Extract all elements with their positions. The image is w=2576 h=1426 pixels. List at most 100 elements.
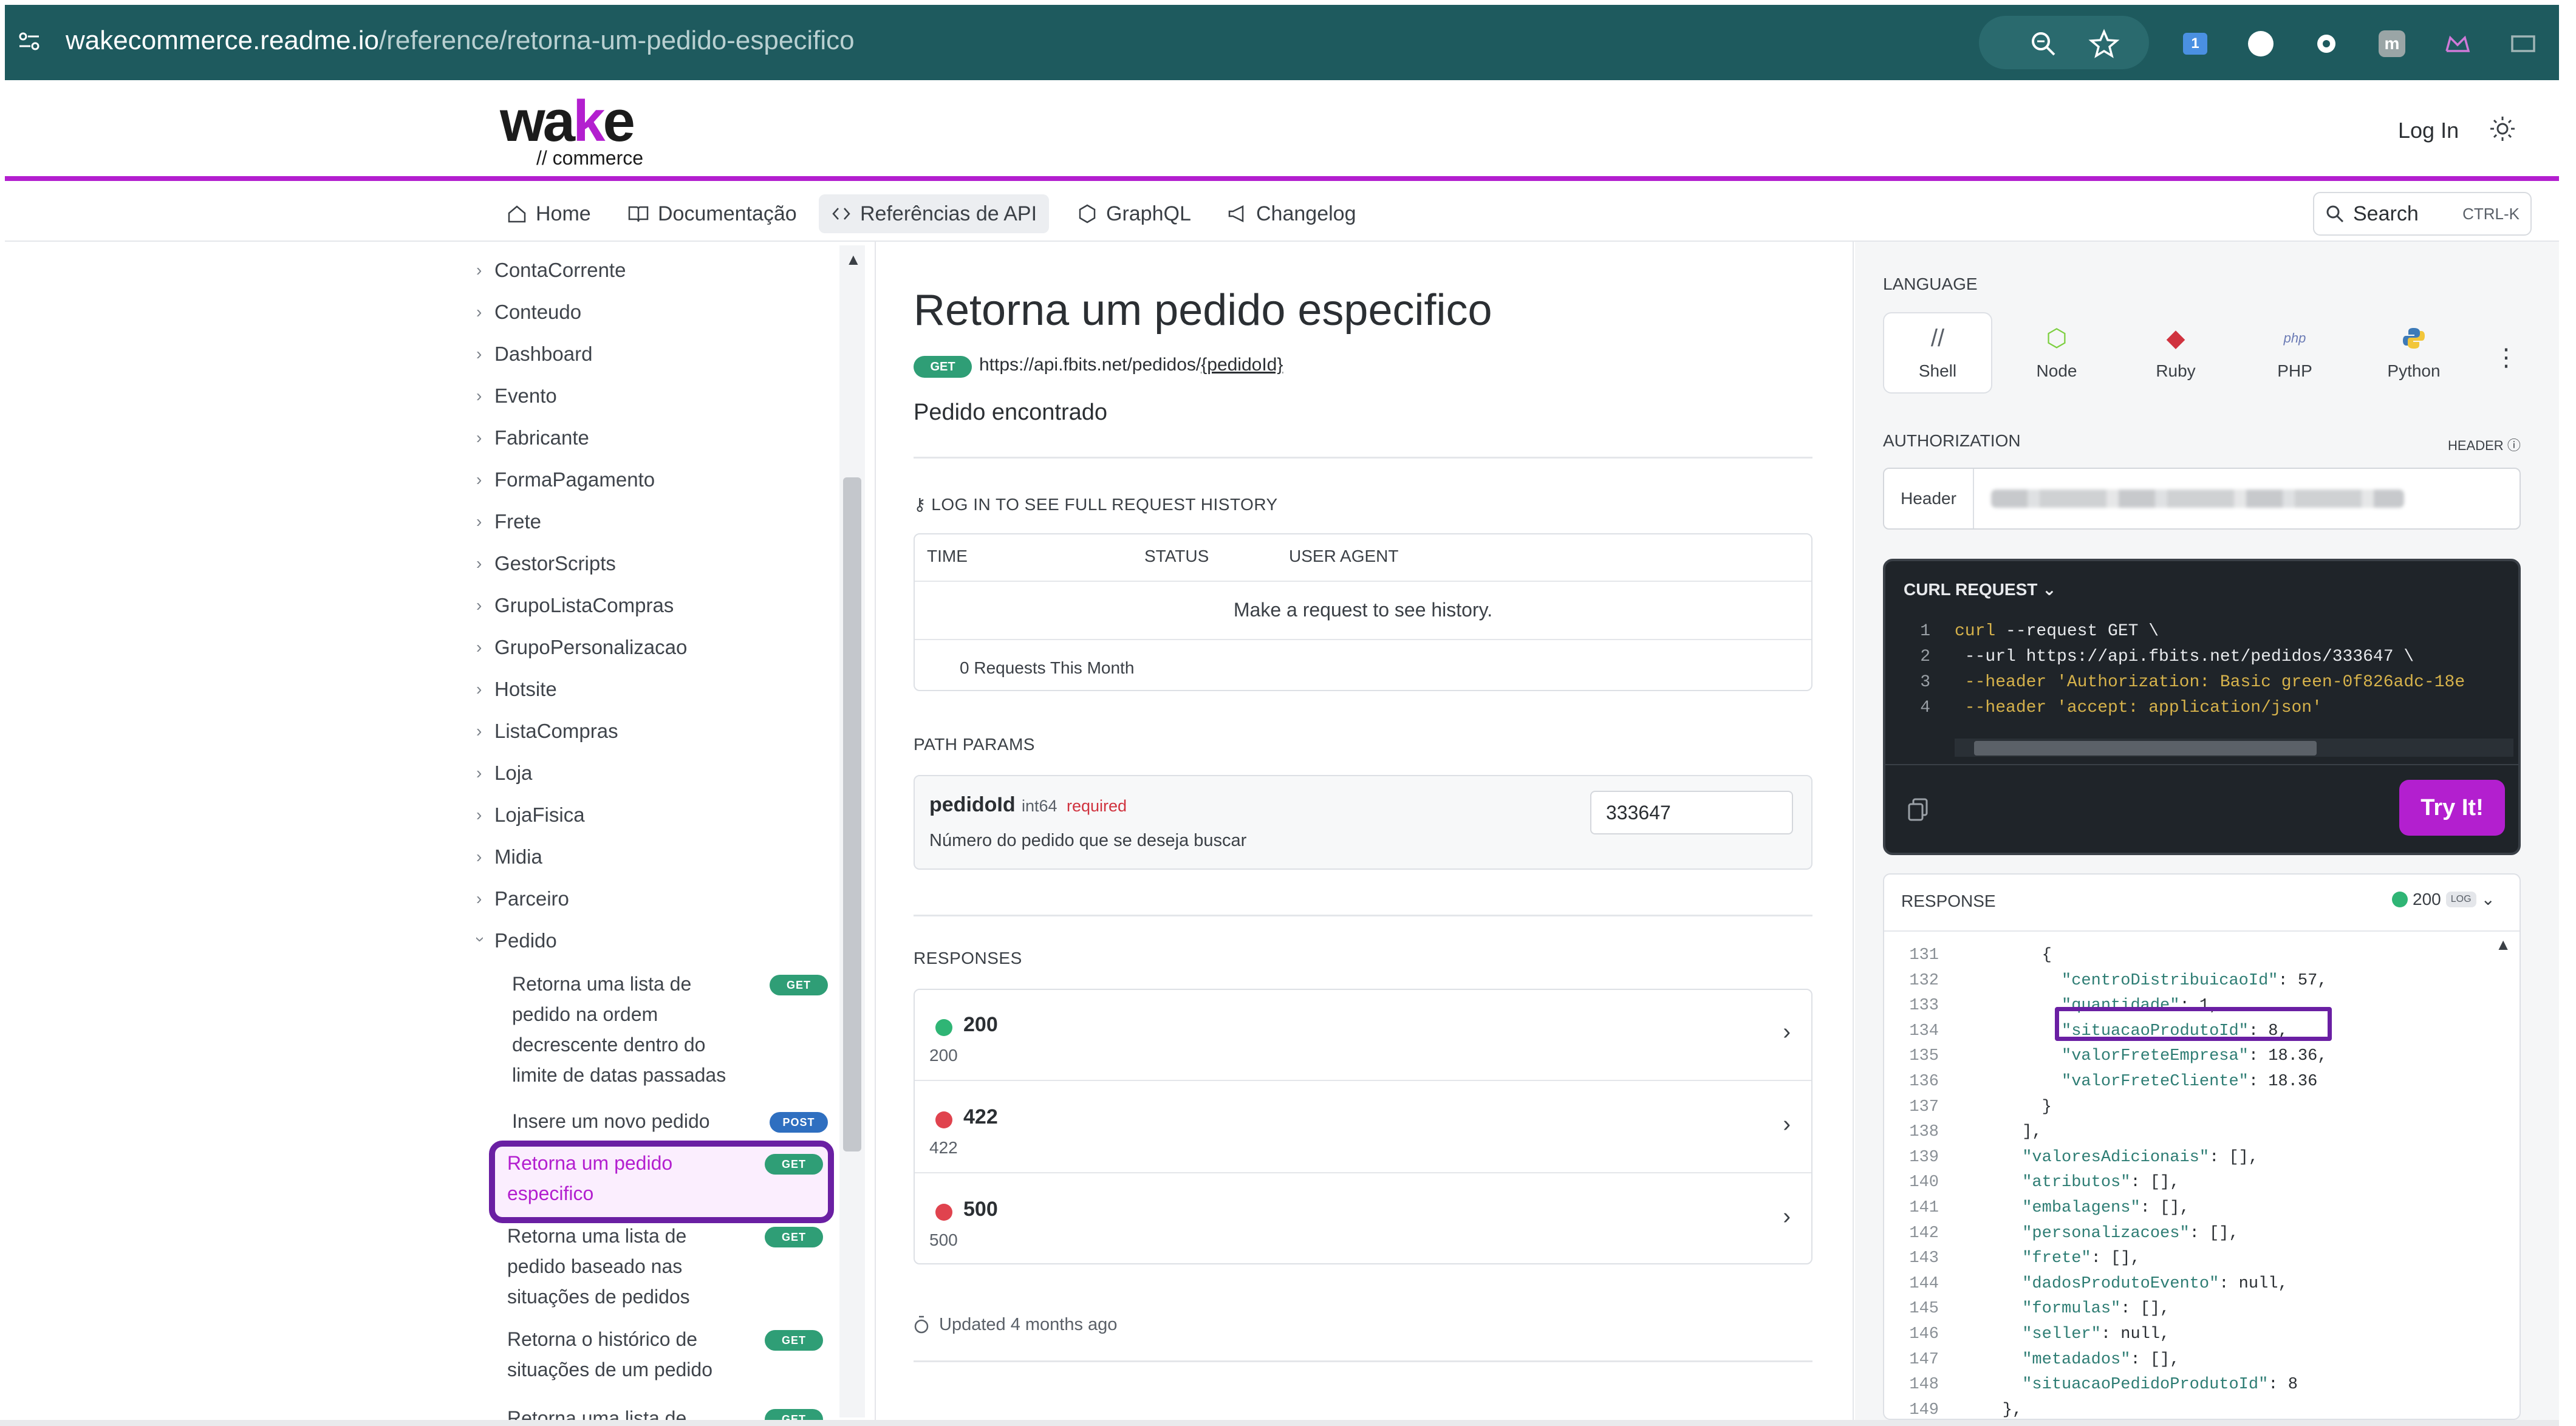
log-history-header[interactable]: ⚷ LOG IN TO SEE FULL REQUEST HISTORY: [914, 494, 1278, 514]
sidebar-item-conteudo[interactable]: › Conteudo: [476, 301, 581, 324]
pedidoid-input[interactable]: 333647: [1590, 791, 1793, 834]
sidebar-scroll-thumb[interactable]: [843, 477, 861, 1151]
sidebar-item-grupopersonalizacao[interactable]: › GrupoPersonalizacao: [476, 636, 687, 659]
json-line: 145 "formulas": [],: [1884, 1300, 2170, 1318]
extension-gear-icon[interactable]: [2311, 28, 2342, 60]
bookmark-star-icon[interactable]: [2088, 28, 2120, 60]
chevron-right-icon: ›: [476, 428, 482, 447]
json-line: 146 "seller": null,: [1884, 1325, 2170, 1343]
nav-home[interactable]: Home: [494, 194, 603, 233]
json-text: "metadados": [],: [2022, 1350, 2180, 1369]
chevron-right-icon: ›: [1783, 1111, 1791, 1137]
language-php[interactable]: php PHP: [2240, 312, 2349, 394]
sidebar-subitem-lista-pedidos[interactable]: Retorna uma lista de pedido na ordem dec…: [512, 969, 828, 1090]
line-number: 133: [1909, 997, 1939, 1015]
curl-request-dropdown[interactable]: CURL REQUEST ⌄: [1904, 579, 2057, 599]
chevron-right-icon: ›: [476, 763, 482, 782]
json-key: "atributos": [2022, 1173, 2131, 1192]
code-text: --header 'accept: application/json': [1955, 698, 2322, 717]
path-params-label: PATH PARAMS: [914, 735, 1035, 754]
sidebar-item-pedido[interactable]: › Pedido: [471, 929, 557, 952]
code-text: --url https://api.fbits.net/pedidos/3336…: [1955, 647, 2414, 666]
address-bar[interactable]: wakecommerce.readme.io/reference/retorna…: [66, 26, 855, 56]
more-languages-icon[interactable]: ⋮: [2494, 344, 2518, 372]
scroll-up-arrow-icon[interactable]: ▲: [846, 250, 861, 269]
sidebar-subitem-clipped[interactable]: Retorna uma lista de GET: [507, 1403, 823, 1420]
extension-one-icon[interactable]: 1: [2179, 28, 2211, 60]
language-python[interactable]: Python: [2359, 312, 2468, 394]
sidebar-item-loja[interactable]: › Loja: [476, 762, 532, 785]
endpoint-param[interactable]: {pedidoId}: [1201, 355, 1283, 375]
json-text: "situacaoPedidoProdutoId": 8: [2022, 1376, 2298, 1394]
auth-header-tag[interactable]: HEADER ⓘ: [2448, 435, 2521, 454]
sidebar-item-label: GrupoPersonalizacao: [494, 636, 688, 658]
sidebar-subitem-lista-situacoes[interactable]: Retorna uma lista de pedido baseado nas …: [507, 1221, 823, 1312]
language-node[interactable]: ⬡ Node: [2002, 312, 2111, 394]
tablet-icon[interactable]: [2507, 28, 2539, 60]
nav-changelog[interactable]: Changelog: [1215, 194, 1368, 233]
endpoint-description: Pedido encontrado: [914, 400, 1108, 425]
chevron-right-icon: ›: [476, 470, 482, 489]
response-200[interactable]: 200 200 ›: [915, 990, 1811, 1081]
search-label: Search: [2353, 202, 2419, 225]
sidebar-item-gestorscripts[interactable]: › GestorScripts: [476, 552, 616, 575]
theme-toggle-sun-icon[interactable]: [2489, 115, 2516, 142]
response-code: 500: [963, 1198, 998, 1221]
param-description: Número do pedido que se deseja buscar: [929, 831, 1247, 850]
extension-m-icon[interactable]: m: [2376, 28, 2408, 60]
language-ruby[interactable]: ◆ Ruby: [2121, 312, 2230, 394]
code-scroll-thumb[interactable]: [1974, 741, 2317, 756]
sidebar-item-listacompras[interactable]: › ListaCompras: [476, 720, 618, 743]
extension-grammar-icon[interactable]: [2245, 28, 2277, 60]
wake-logo[interactable]: wake // commerce: [500, 92, 643, 169]
nav-graphql[interactable]: GraphQL: [1065, 194, 1203, 233]
search-button[interactable]: Search CTRL-K: [2313, 192, 2532, 236]
chevron-down-icon: ⌄: [2481, 890, 2495, 909]
login-link[interactable]: Log In: [2398, 118, 2459, 143]
line-number: 146: [1909, 1325, 1939, 1343]
line-number: 145: [1909, 1300, 1939, 1319]
sidebar-item-contacorrente[interactable]: › ContaCorrente: [476, 259, 626, 282]
sidebar-item-label: Parceiro: [494, 887, 569, 910]
scroll-up-arrow-icon[interactable]: ▲: [2495, 935, 2511, 954]
sidebar-item-dashboard[interactable]: › Dashboard: [476, 343, 592, 366]
chevron-down-icon: ⌄: [2042, 580, 2057, 599]
line-number: 141: [1909, 1199, 1939, 1217]
sidebar-item-hotsite[interactable]: › Hotsite: [476, 678, 557, 701]
authorization-field[interactable]: Header: [1883, 468, 2521, 530]
curl-request-panel: CURL REQUEST ⌄ 1 curl --request GET \ 2 -…: [1883, 559, 2521, 855]
sidebar-item-grupolistacompras[interactable]: › GrupoListaCompras: [476, 594, 674, 617]
home-icon: [508, 205, 526, 223]
try-it-button[interactable]: Try It!: [2399, 780, 2505, 836]
json-line: 139 "valoresAdicionais": [],: [1884, 1148, 2258, 1167]
sidebar-subitem-pedido-especifico[interactable]: Retorna um pedido especifico GET: [507, 1148, 823, 1209]
site-settings-icon[interactable]: [17, 29, 41, 53]
json-line: 143 "frete": [],: [1884, 1249, 2140, 1267]
sidebar-item-midia[interactable]: › Midia: [476, 845, 542, 868]
sidebar-item-evento[interactable]: › Evento: [476, 384, 557, 408]
response-500[interactable]: 500 500 ›: [915, 1175, 1811, 1266]
sidebar-item-lojafisica[interactable]: › LojaFisica: [476, 803, 585, 827]
nav-documentacao[interactable]: Documentação: [615, 194, 809, 233]
json-line: 144 "dadosProdutoEvento": null,: [1884, 1275, 2287, 1293]
logo-text: wake: [500, 89, 635, 154]
extension-crown-icon[interactable]: [2442, 28, 2473, 60]
response-status[interactable]: 200 LOG ⌄: [2392, 889, 2495, 909]
language-label-text: PHP: [2277, 361, 2312, 380]
sidebar-subitem-historico[interactable]: Retorna o histórico de situações de um p…: [507, 1324, 823, 1385]
megaphone-icon: [1228, 205, 1244, 223]
nav-changelog-label: Changelog: [1256, 202, 1356, 225]
sidebar-item-frete[interactable]: › Frete: [476, 510, 541, 533]
response-422[interactable]: 422 422 ›: [915, 1082, 1811, 1173]
language-shell[interactable]: // Shell: [1883, 312, 1992, 394]
sidebar-item-parceiro[interactable]: › Parceiro: [476, 887, 569, 910]
sidebar-item-fabricante[interactable]: › Fabricante: [476, 426, 589, 449]
copy-icon[interactable]: [1907, 798, 1929, 822]
line-number: 142: [1909, 1224, 1939, 1243]
chevron-right-icon: ›: [476, 889, 482, 908]
zoom-icon[interactable]: [2028, 28, 2059, 60]
nav-home-label: Home: [536, 202, 591, 225]
sidebar-subitem-insere-pedido[interactable]: Insere um novo pedido POST: [512, 1106, 828, 1136]
nav-referencias-api[interactable]: Referências de API: [819, 194, 1050, 233]
sidebar-item-formapagamento[interactable]: › FormaPagamento: [476, 468, 655, 491]
